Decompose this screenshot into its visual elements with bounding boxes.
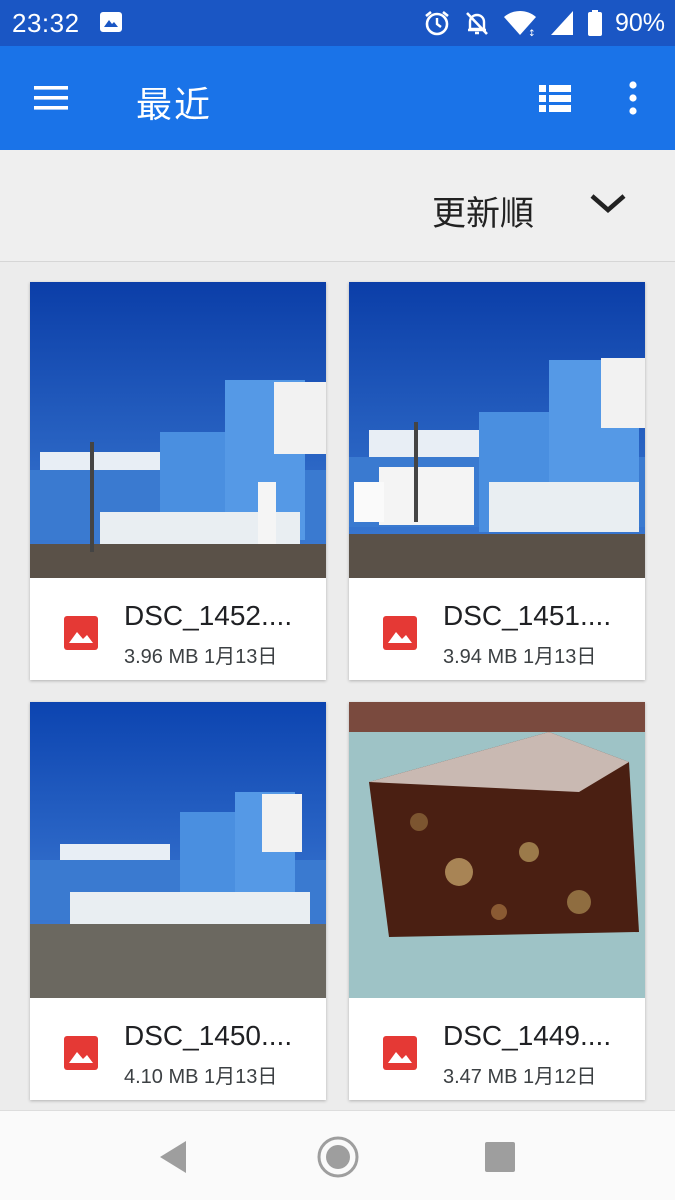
image-file-icon — [64, 616, 98, 650]
file-card[interactable]: DSC_1449.... 3.47 MB 1月12日 — [349, 702, 645, 1100]
menu-button[interactable] — [30, 80, 74, 116]
file-size: 3.47 MB — [443, 1066, 518, 1088]
home-icon — [317, 1136, 359, 1178]
file-size: 3.96 MB — [124, 646, 199, 668]
system-nav-bar — [0, 1110, 675, 1200]
file-date: 1月13日 — [204, 1066, 278, 1088]
image-notification-icon — [100, 12, 122, 32]
file-thumbnail — [349, 282, 645, 578]
sort-order-label[interactable]: 更新順 — [432, 186, 534, 235]
back-icon — [160, 1141, 186, 1173]
sort-bar: 更新順 — [0, 150, 675, 262]
file-name: DSC_1452.... — [124, 600, 293, 631]
file-card[interactable]: DSC_1450.... 4.10 MB 1月13日 — [30, 702, 326, 1100]
file-meta: 3.47 MB 1月12日 — [443, 1060, 596, 1089]
battery-icon — [587, 10, 602, 36]
page-title: 最近 — [136, 85, 213, 126]
svg-text:↕: ↕ — [528, 29, 536, 37]
file-name: DSC_1449.... — [443, 1020, 612, 1051]
file-card[interactable]: DSC_1452.... 3.96 MB 1月13日 — [30, 282, 326, 680]
file-meta: 3.96 MB 1月13日 — [124, 640, 277, 669]
file-size: 4.10 MB — [124, 1066, 199, 1088]
file-name: DSC_1450.... — [124, 1020, 293, 1051]
back-button[interactable] — [152, 1135, 196, 1179]
home-button[interactable] — [316, 1135, 360, 1179]
image-file-icon — [64, 1036, 98, 1070]
file-card[interactable]: DSC_1451.... 3.94 MB 1月13日 — [349, 282, 645, 680]
wifi-icon: ↕ — [503, 11, 536, 37]
more-options-button[interactable] — [616, 76, 650, 120]
signal-icon — [550, 11, 573, 35]
notifications-off-icon — [466, 12, 488, 35]
battery-percent: 90% — [614, 8, 665, 37]
app-bar: 最近 — [0, 46, 675, 150]
file-date: 1月13日 — [523, 646, 597, 668]
status-bar: 23:32 ↕ 90% — [0, 0, 675, 46]
status-time: 23:32 — [12, 8, 80, 38]
file-date: 1月12日 — [523, 1066, 597, 1088]
file-thumbnail — [30, 702, 326, 998]
file-thumbnail — [30, 282, 326, 578]
menu-icon — [34, 86, 68, 110]
file-meta: 3.94 MB 1月13日 — [443, 640, 596, 669]
image-file-icon — [383, 616, 417, 650]
file-date: 1月13日 — [204, 646, 278, 668]
alarm-icon — [425, 10, 449, 36]
list-view-icon — [539, 85, 571, 112]
file-grid: DSC_1452.... 3.96 MB 1月13日 DSC_1451.... … — [0, 263, 675, 1111]
file-size: 3.94 MB — [443, 646, 518, 668]
recents-button[interactable] — [478, 1135, 522, 1179]
sort-dropdown-button[interactable] — [588, 188, 628, 222]
file-thumbnail — [349, 702, 645, 998]
chevron-down-icon — [590, 194, 626, 213]
list-view-button[interactable] — [536, 80, 576, 116]
recents-icon — [485, 1142, 515, 1172]
image-file-icon — [383, 1036, 417, 1070]
file-name: DSC_1451.... — [443, 600, 612, 631]
more-vert-icon — [629, 81, 637, 115]
file-meta: 4.10 MB 1月13日 — [124, 1060, 277, 1089]
